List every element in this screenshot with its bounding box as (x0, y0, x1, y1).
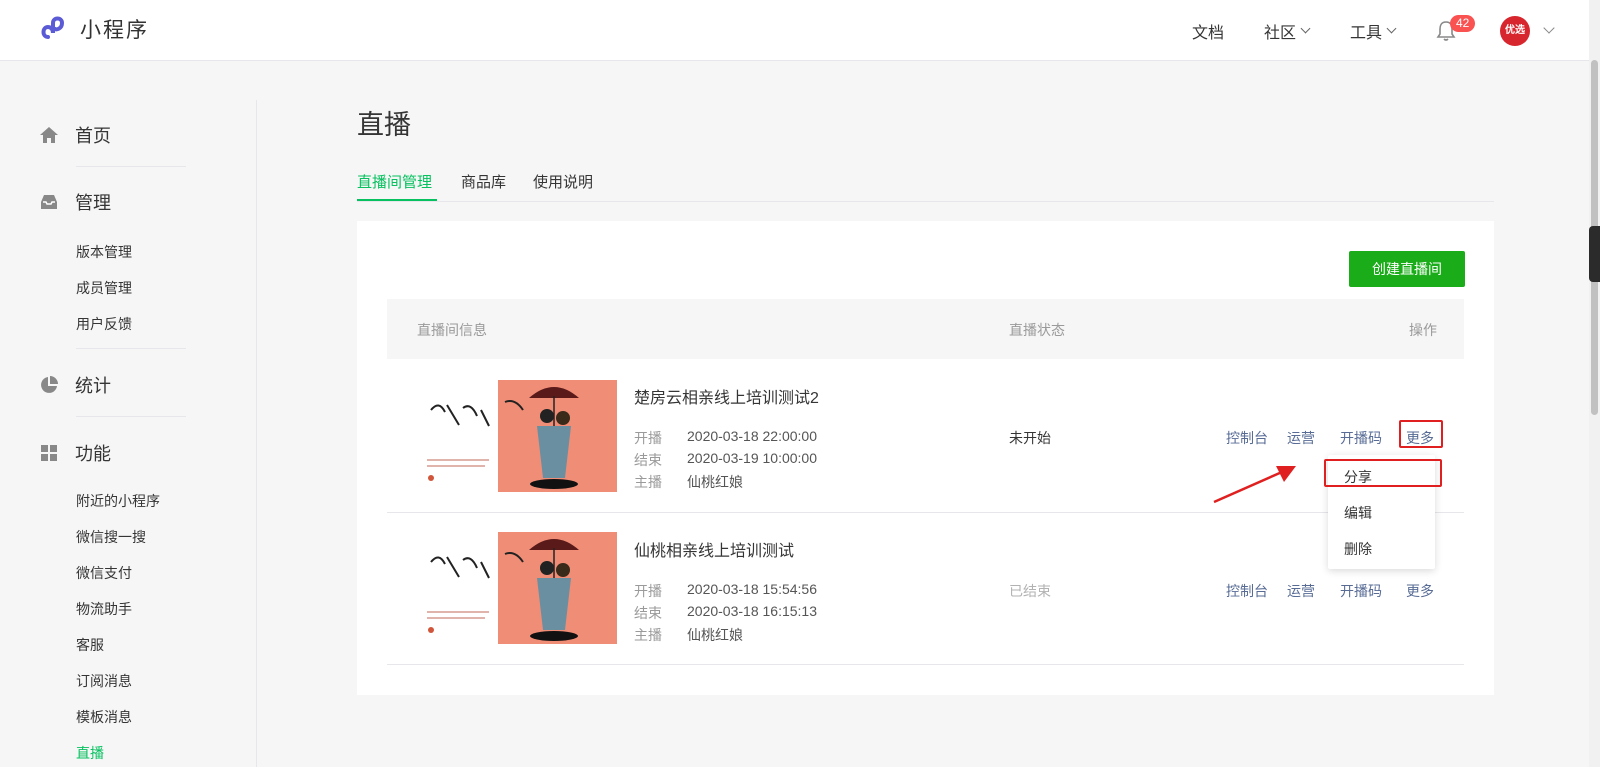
meta-label-anchor: 主播 (634, 474, 662, 490)
tab-bar: 直播间管理 商品库 使用说明 (357, 168, 1494, 202)
sidebar-item-label: 统计 (75, 376, 111, 396)
sidebar-item-label: 首页 (75, 126, 111, 146)
tab-live-room-manage[interactable]: 直播间管理 (357, 171, 432, 192)
live-room-title: 仙桃相亲线上培训测试 (634, 543, 795, 560)
chevron-down-icon (1386, 23, 1397, 34)
sidebar-item-label: 管理 (75, 193, 111, 213)
menu-item-edit[interactable]: 编辑 (1344, 503, 1372, 523)
sidebar-item-features[interactable]: 功能 (39, 440, 111, 466)
nav-community-label: 社区 (1264, 25, 1297, 42)
sidebar-item-stats[interactable]: 统计 (39, 372, 111, 398)
sidebar-item-subscribe[interactable]: 订阅消息 (76, 671, 132, 691)
meta-value-start: 2020-03-18 15:54:56 (687, 581, 817, 597)
meta-label-end: 结束 (634, 605, 662, 621)
highlight-box-share (1324, 459, 1442, 487)
top-bar: 小程序 文档 社区 工具 42 优选 (0, 0, 1600, 61)
notification-badge: 42 (1450, 15, 1476, 32)
sidebar-separator (76, 166, 186, 167)
home-icon (40, 127, 58, 143)
sidebar-item-manage[interactable]: 管理 (39, 189, 111, 215)
sidebar-separator (76, 416, 186, 417)
meta-label-start: 开播 (634, 583, 662, 599)
nav-community[interactable]: 社区 (1264, 19, 1311, 43)
column-header-actions: 操作 (1409, 322, 1437, 338)
column-header-info: 直播间信息 (417, 322, 487, 338)
console-link[interactable]: 控制台 (1226, 428, 1268, 448)
active-tab-indicator (357, 199, 437, 201)
tab-instructions[interactable]: 使用说明 (533, 171, 593, 192)
sidebar-item-pay[interactable]: 微信支付 (76, 563, 132, 583)
cover-artwork (427, 532, 617, 644)
operations-link[interactable]: 运营 (1287, 581, 1315, 601)
nav-docs[interactable]: 文档 (1192, 19, 1224, 43)
logo-text: 小程序 (80, 19, 149, 42)
cover-thumbnail (419, 532, 617, 644)
sidebar-item-logistics[interactable]: 物流助手 (76, 599, 132, 619)
operations-link[interactable]: 运营 (1287, 428, 1315, 448)
floating-widget[interactable] (1589, 226, 1600, 282)
cover-thumbnail (419, 380, 617, 492)
status-text: 未开始 (1009, 430, 1051, 446)
page-title: 直播 (357, 110, 411, 140)
column-header-status: 直播状态 (1009, 322, 1065, 338)
console-link[interactable]: 控制台 (1226, 581, 1268, 601)
grid-icon (41, 445, 57, 461)
sidebar-item-label: 功能 (75, 444, 111, 464)
row-separator (387, 512, 1464, 513)
meta-value-end: 2020-03-19 10:00:00 (687, 450, 817, 466)
sidebar-item-members[interactable]: 成员管理 (76, 278, 132, 298)
meta-value-anchor: 仙桃红娘 (687, 627, 743, 643)
sidebar-item-template[interactable]: 模板消息 (76, 707, 132, 727)
chevron-down-icon (1300, 23, 1311, 34)
pie-chart-icon (41, 376, 58, 393)
sidebar-item-feedback[interactable]: 用户反馈 (76, 314, 132, 334)
create-live-room-button[interactable]: 创建直播间 (1349, 251, 1465, 287)
nav-docs-label: 文档 (1192, 25, 1225, 42)
live-code-link[interactable]: 开播码 (1340, 428, 1382, 448)
avatar-text: 优选 (1505, 25, 1525, 36)
meta-value-end: 2020-03-18 16:15:13 (687, 603, 817, 619)
mini-program-logo-icon (41, 16, 65, 39)
cover-artwork (427, 380, 617, 492)
meta-label-anchor: 主播 (634, 627, 662, 643)
live-room-title: 楚房云相亲线上培训测试2 (634, 390, 819, 407)
inbox-icon (41, 195, 57, 209)
annotation-arrow-icon (1213, 466, 1296, 504)
nav-tools[interactable]: 工具 (1350, 19, 1397, 43)
table-header: 直播间信息 直播状态 操作 (387, 299, 1464, 359)
sidebar-item-live[interactable]: 直播 (76, 743, 104, 763)
meta-value-start: 2020-03-18 22:00:00 (687, 428, 817, 444)
status-text: 已结束 (1009, 583, 1051, 599)
meta-value-anchor: 仙桃红娘 (687, 474, 743, 490)
live-code-link[interactable]: 开播码 (1340, 581, 1382, 601)
logo[interactable]: 小程序 (38, 13, 149, 45)
sidebar-separator (76, 348, 186, 349)
sidebar-item-home[interactable]: 首页 (39, 122, 111, 148)
sidebar-item-nearby[interactable]: 附近的小程序 (76, 491, 160, 511)
sidebar-item-version[interactable]: 版本管理 (76, 242, 132, 262)
tab-product-library[interactable]: 商品库 (461, 171, 506, 192)
more-link[interactable]: 更多 (1406, 581, 1434, 601)
sidebar-item-search[interactable]: 微信搜一搜 (76, 527, 146, 547)
meta-label-end: 结束 (634, 452, 662, 468)
avatar[interactable]: 优选 (1500, 16, 1530, 46)
meta-label-start: 开播 (634, 430, 662, 446)
row-separator (387, 664, 1464, 665)
menu-item-delete[interactable]: 删除 (1344, 539, 1372, 559)
sidebar-divider (256, 100, 257, 767)
chevron-down-icon[interactable] (1543, 22, 1555, 34)
sidebar-item-service[interactable]: 客服 (76, 635, 104, 655)
highlight-box-more (1399, 420, 1443, 448)
nav-tools-label: 工具 (1350, 25, 1383, 42)
